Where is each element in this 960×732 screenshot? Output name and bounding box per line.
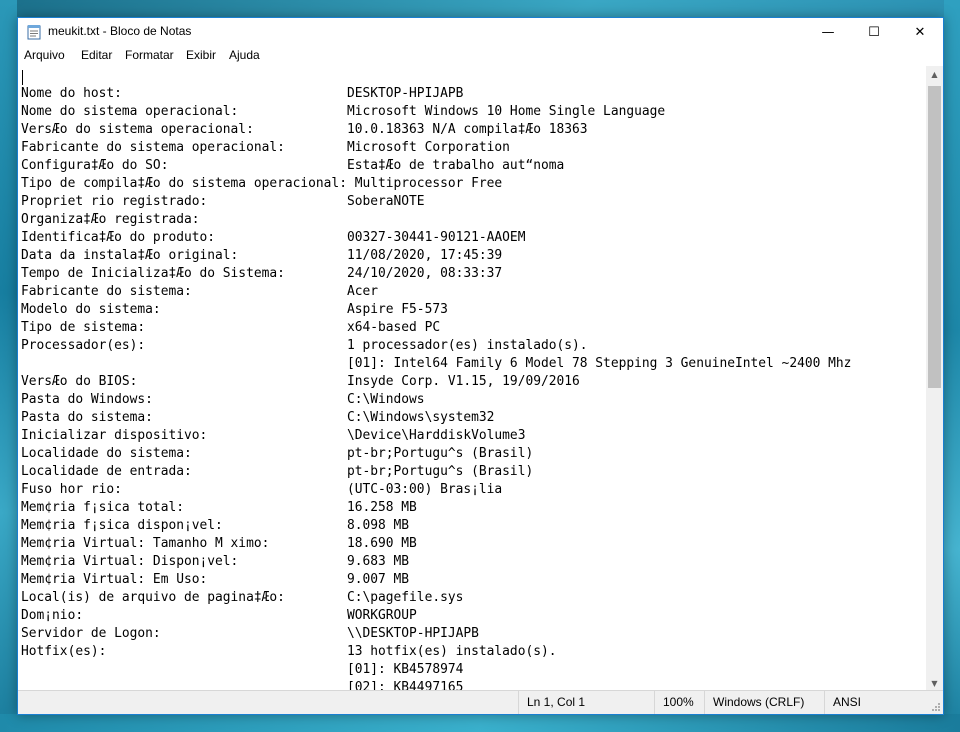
text-line: Configura‡Æo do SO: Esta‡Æo de trabalho … bbox=[21, 158, 565, 173]
scroll-up-arrow-icon[interactable]: ▲ bbox=[926, 66, 943, 83]
text-line: VersÆo do BIOS: Insyde Corp. V1.15, 19/0… bbox=[21, 374, 580, 389]
text-editor[interactable]: Nome do host: DESKTOP-HPIJAPB Nome do sis… bbox=[18, 66, 926, 692]
text-line: [01]: Intel64 Family 6 Model 78 Stepping… bbox=[21, 356, 852, 371]
text-line: Propriet rio registrado: SoberaNOTE bbox=[21, 194, 425, 209]
cursor-position: Ln 1, Col 1 bbox=[518, 691, 654, 714]
text-line: Mem¢ria Virtual: Em Uso: 9.007 MB bbox=[21, 572, 410, 587]
text-line: Nome do host: DESKTOP-HPIJAPB bbox=[21, 86, 464, 101]
text-line: Pasta do sistema: C:\Windows\system32 bbox=[21, 410, 495, 425]
text-line: Localidade de entrada: pt-br;Portugu^s (… bbox=[21, 464, 534, 479]
menu-bar: Arquivo Editar Formatar Exibir Ajuda bbox=[18, 46, 943, 66]
menu-arquivo[interactable]: Arquivo bbox=[24, 48, 65, 62]
text-line: Organiza‡Æo registrada: bbox=[21, 212, 200, 227]
window-title: meukit.txt - Bloco de Notas bbox=[48, 24, 192, 38]
text-line: Mem¢ria Virtual: Tamanho M ximo: 18.690 … bbox=[21, 536, 417, 551]
text-content: Nome do host: DESKTOP-HPIJAPB Nome do sis… bbox=[21, 67, 851, 692]
text-line: Pasta do Windows: C:\Windows bbox=[21, 392, 425, 407]
desktop-background-bottom bbox=[0, 714, 960, 732]
maximize-button[interactable]: ☐ bbox=[851, 18, 897, 46]
text-line: Identifica‡Æo do produto: 00327-30441-90… bbox=[21, 230, 526, 245]
text-line: Fabricante do sistema: Acer bbox=[21, 284, 378, 299]
line-ending: Windows (CRLF) bbox=[704, 691, 824, 714]
text-line: Dom¡nio: WORKGROUP bbox=[21, 608, 417, 623]
menu-ajuda[interactable]: Ajuda bbox=[229, 48, 260, 62]
menu-exibir[interactable]: Exibir bbox=[186, 48, 216, 62]
resize-grip-icon[interactable] bbox=[931, 702, 941, 712]
text-line: Tempo de Inicializa‡Æo do Sistema: 24/10… bbox=[21, 266, 503, 281]
text-line: Modelo do sistema: Aspire F5-573 bbox=[21, 302, 448, 317]
text-line: Inicializar dispositivo: \Device\Harddis… bbox=[21, 428, 526, 443]
title-bar[interactable]: meukit.txt - Bloco de Notas — ☐ ✕ bbox=[18, 18, 943, 46]
vertical-scrollbar[interactable]: ▲ ▼ bbox=[926, 66, 943, 692]
text-line: Processador(es): 1 processador(es) insta… bbox=[21, 338, 588, 353]
text-line: Mem¢ria f¡sica total: 16.258 MB bbox=[21, 500, 417, 515]
text-line: Localidade do sistema: pt-br;Portugu^s (… bbox=[21, 446, 534, 461]
text-encoding: ANSI bbox=[824, 691, 928, 714]
text-line: Fabricante do sistema operacional: Micro… bbox=[21, 140, 510, 155]
text-line: VersÆo do sistema operacional: 10.0.1836… bbox=[21, 122, 588, 137]
text-line: Nome do sistema operacional: Microsoft W… bbox=[21, 104, 666, 119]
text-line: Local(is) de arquivo de pagina‡Æo: C:\pa… bbox=[21, 590, 464, 605]
text-line: Tipo de compila‡Æo do sistema operaciona… bbox=[21, 176, 503, 191]
text-line bbox=[21, 67, 851, 85]
status-bar: Ln 1, Col 1 100% Windows (CRLF) ANSI bbox=[18, 690, 943, 714]
menu-formatar[interactable]: Formatar bbox=[125, 48, 174, 62]
zoom-level: 100% bbox=[654, 691, 704, 714]
minimize-icon: — bbox=[821, 24, 835, 40]
text-line: Servidor de Logon: \\DESKTOP-HPIJAPB bbox=[21, 626, 479, 641]
maximize-icon: ☐ bbox=[868, 24, 880, 40]
notepad-icon bbox=[27, 25, 41, 40]
text-line: Tipo de sistema: x64-based PC bbox=[21, 320, 441, 335]
text-line: Mem¢ria Virtual: Dispon¡vel: 9.683 MB bbox=[21, 554, 410, 569]
close-button[interactable]: ✕ bbox=[897, 18, 943, 46]
desktop-background-right bbox=[944, 0, 960, 732]
close-icon: ✕ bbox=[914, 24, 926, 40]
scrollbar-thumb[interactable] bbox=[928, 86, 941, 388]
text-line: Hotfix(es): 13 hotfix(es) instalado(s). bbox=[21, 644, 557, 659]
notepad-window: meukit.txt - Bloco de Notas — ☐ ✕ Arquiv… bbox=[17, 17, 944, 715]
text-line: Mem¢ria f¡sica dispon¡vel: 8.098 MB bbox=[21, 518, 410, 533]
text-line: Fuso hor rio: (UTC-03:00) Bras¡lia bbox=[21, 482, 503, 497]
minimize-button[interactable]: — bbox=[805, 18, 851, 46]
desktop-background-left bbox=[0, 0, 17, 732]
text-line: Data da instala‡Æo original: 11/08/2020,… bbox=[21, 248, 503, 263]
text-line: [01]: KB4578974 bbox=[21, 662, 464, 677]
menu-editar[interactable]: Editar bbox=[81, 48, 112, 62]
